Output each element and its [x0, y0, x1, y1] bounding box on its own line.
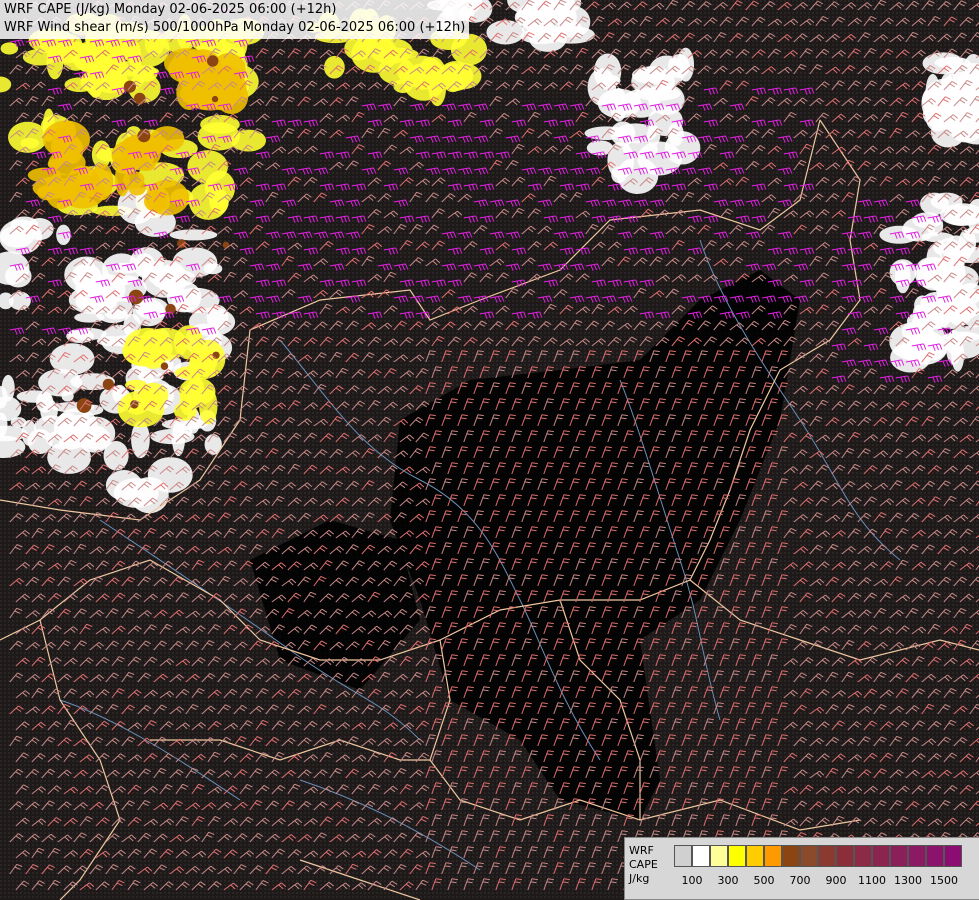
legend-swatch — [800, 845, 818, 867]
cape-patch — [87, 273, 126, 305]
cape-legend: WRF CAPE J/kg 100 300 500 700 900 1100 1300 150… — [624, 837, 979, 900]
cape-patch — [952, 298, 978, 321]
cape-patch — [646, 124, 661, 147]
legend-model: WRF — [629, 844, 654, 857]
cape-peak — [160, 362, 169, 370]
legend-tick-label: 1500 — [930, 874, 958, 887]
legend-swatch — [764, 845, 782, 867]
legend-tick-label: 700 — [789, 874, 811, 887]
cape-patch — [20, 137, 40, 149]
legend-swatch — [908, 845, 926, 867]
legend-swatch — [818, 845, 836, 867]
legend-swatch — [728, 845, 746, 867]
cape-peak — [133, 92, 146, 105]
legend-swatch — [692, 845, 710, 867]
cape-patch — [945, 329, 962, 365]
legend-labels: WRF CAPE J/kg — [629, 844, 658, 886]
weather-map — [0, 0, 979, 900]
legend-swatch — [782, 845, 800, 867]
legend-swatch — [872, 845, 890, 867]
legend-swatch — [710, 845, 728, 867]
cape-patch — [929, 92, 957, 122]
legend-tick-label: 900 — [825, 874, 847, 887]
cape-patch — [187, 150, 229, 184]
cape-patch — [147, 457, 193, 493]
legend-unit: J/kg — [629, 872, 650, 885]
cape-patch — [74, 312, 105, 323]
legend-color-scale — [674, 845, 962, 867]
legend-tick-label: 1100 — [858, 874, 886, 887]
wind-shear-title: WRF Wind shear (m/s) 500/1000hPa Monday … — [4, 20, 466, 35]
legend-swatch — [890, 845, 908, 867]
legend-swatch — [674, 845, 692, 867]
cape-patch — [53, 412, 81, 447]
cape-patch — [0, 42, 19, 55]
legend-ticks: 100 300 500 700 900 1100 1300 1500 — [674, 874, 974, 888]
cape-patch — [199, 350, 212, 375]
legend-swatch — [854, 845, 872, 867]
legend-swatch — [926, 845, 944, 867]
cape-patch — [958, 229, 977, 256]
legend-tick-label: 100 — [681, 874, 703, 887]
cape-patch — [173, 401, 197, 421]
cape-patch — [199, 387, 218, 425]
legend-tick-label: 300 — [717, 874, 739, 887]
legend-variable: CAPE — [629, 858, 658, 871]
legend-swatch — [836, 845, 854, 867]
legend-tick-label: 1300 — [894, 874, 922, 887]
map-title-box: WRF CAPE (J/kg) Monday 02-06-2025 06:00 … — [0, 0, 470, 39]
legend-swatch — [746, 845, 764, 867]
cape-title: WRF CAPE (J/kg) Monday 02-06-2025 06:00 … — [4, 2, 337, 17]
cape-patch — [369, 38, 413, 64]
cape-peak — [211, 95, 219, 103]
cape-patch — [169, 229, 218, 241]
cape-patch — [648, 55, 685, 89]
legend-swatch — [944, 845, 962, 867]
cape-peak — [212, 351, 220, 359]
cape-patch — [105, 470, 143, 501]
legend-tick-label: 500 — [753, 874, 775, 887]
